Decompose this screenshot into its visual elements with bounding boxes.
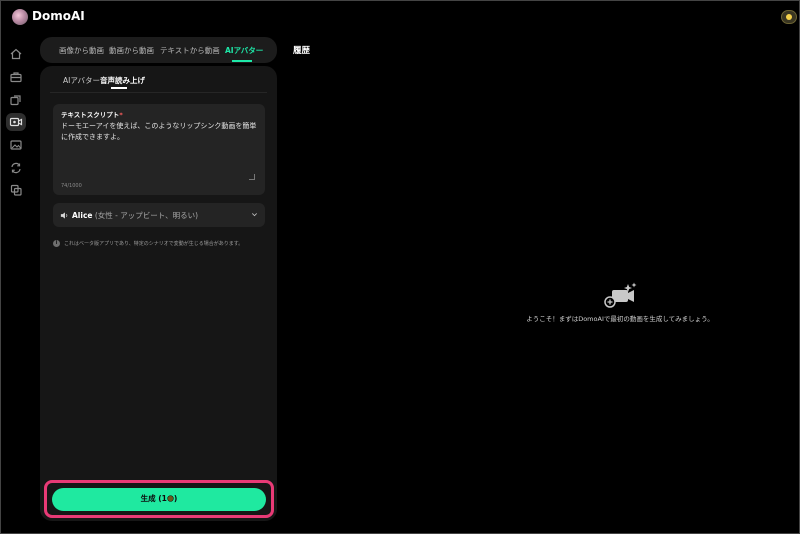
active-tab-indicator [232,60,252,62]
subtab-ai-avatar[interactable]: AIアバター [63,75,100,86]
image-icon [10,140,22,150]
chevron-down-icon[interactable] [251,211,258,218]
generate-label-end: ) [173,494,178,503]
sidebar-item-image[interactable] [8,137,24,153]
layers-icon [10,95,21,106]
home-icon [10,48,22,60]
generate-button[interactable]: 生成 (1) [52,488,266,511]
sidebar-item-home[interactable] [8,46,24,62]
speaker-icon [60,212,68,219]
voice-description: (女性 - アップビート、明るい) [94,211,199,220]
sidebar-item-copy[interactable] [8,182,24,198]
app-logo-icon [12,9,28,25]
subtab-text-to-speech[interactable]: 音声読み上げ [100,75,145,86]
voice-selected-value: Alice (女性 - アップビート、明るい) [72,210,198,221]
beta-note: これはベータ版アプリであり、特定のシナリオで変動が生じる場合があります。 [64,241,244,247]
add-video-sparkle-icon [604,282,637,308]
sidebar-item-avatar[interactable] [6,113,26,131]
divider [50,92,267,93]
briefcase-icon [10,72,22,83]
sidebar-item-layers[interactable] [8,92,24,108]
app-name: DomoAI [32,9,85,23]
history-link[interactable]: 履歴 [293,44,310,56]
tab-ai-avatar[interactable]: AIアバター [225,45,263,56]
active-subtab-indicator [111,87,127,89]
top-bar: DomoAI [0,0,800,34]
info-icon: i [53,240,60,247]
script-label-text: テキストスクリプト [61,111,120,119]
coin-icon [786,14,792,20]
empty-state-message: ようこそ！まずはDomoAIで最初の動画を生成してみましょう。 [526,315,714,323]
generate-label-text: 生成 (1 [140,494,167,503]
tab-image-to-video[interactable]: 画像から動画 [59,45,104,56]
script-label: テキストスクリプト* [61,109,123,119]
copy-icon [10,184,22,196]
credit-coin-icon [167,495,174,502]
character-count: 74/1000 [61,183,82,189]
generate-label: 生成 (1) [141,494,178,503]
voice-name: Alice [72,211,93,220]
sidebar-item-refresh[interactable] [8,160,24,176]
required-mark: * [119,111,123,119]
sidebar-item-briefcase[interactable] [8,69,24,85]
tab-text-to-video[interactable]: テキストから動画 [160,45,220,56]
resize-handle[interactable] [249,174,255,180]
refresh-icon [11,162,21,174]
tab-video-to-video[interactable]: 動画から動画 [109,45,154,56]
video-avatar-icon [9,117,23,127]
credits-badge[interactable] [781,10,797,24]
script-text[interactable]: ドーモエーアイを使えば、このようなリップシンク動画を簡単に作成できますよ。 [61,121,257,143]
